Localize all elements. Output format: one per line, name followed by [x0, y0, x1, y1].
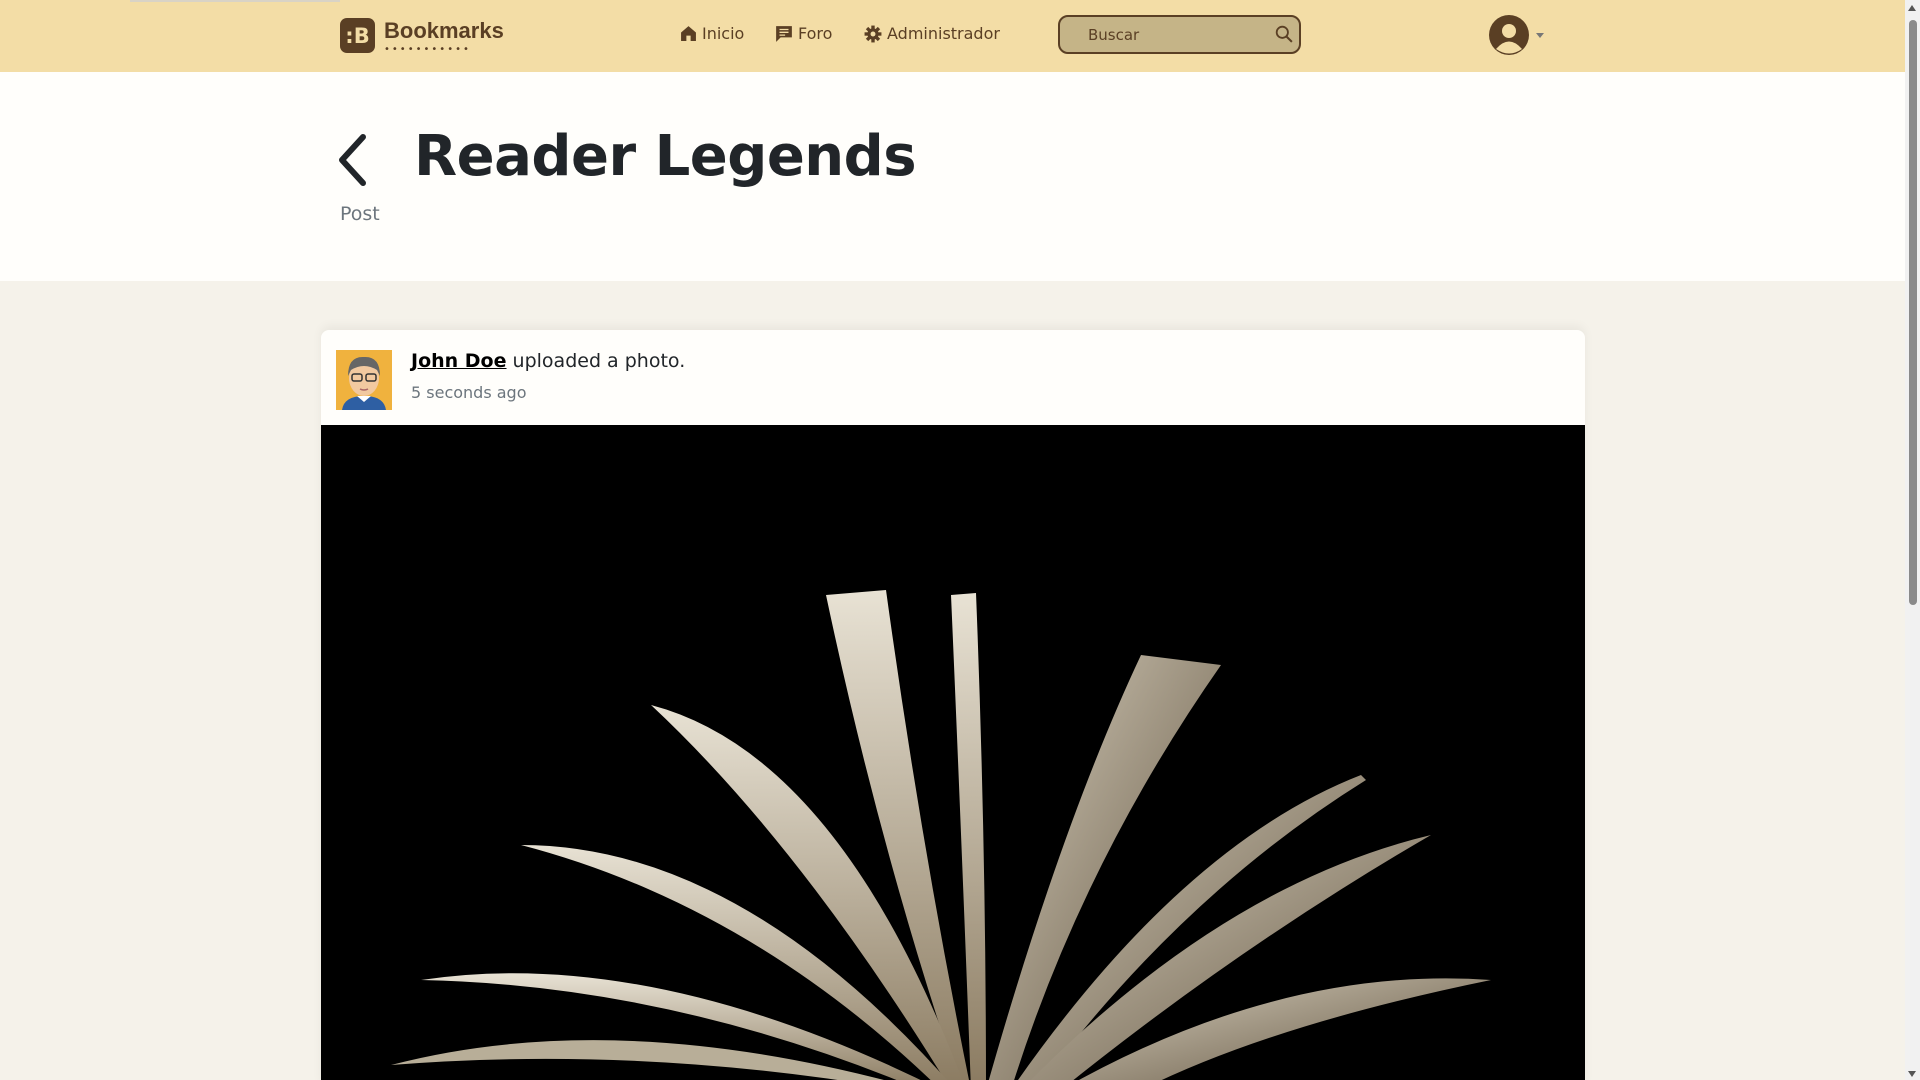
- page-subtitle: Post: [340, 203, 380, 225]
- page-title: Reader Legends: [414, 124, 917, 189]
- nav-label: Administrador: [887, 24, 1000, 43]
- brand-dots: •••••••••••: [384, 44, 471, 55]
- chevron-down-icon: [1536, 32, 1544, 38]
- gear-icon: [864, 25, 882, 42]
- search-input[interactable]: [1088, 26, 1258, 44]
- post-action: uploaded a photo.: [506, 350, 686, 372]
- page-scrollbar[interactable]: [1905, 0, 1920, 1080]
- chat-icon: [776, 25, 792, 42]
- brand-name: Bookmarks: [384, 17, 504, 43]
- scroll-down-icon[interactable]: [1908, 1071, 1916, 1077]
- home-icon: [681, 26, 696, 41]
- post-summary: John Doe uploaded a photo.: [411, 350, 685, 372]
- search-icon[interactable]: [1275, 25, 1293, 43]
- brand-logo[interactable]: :B Bookmarks •••••••••••: [340, 17, 504, 55]
- user-avatar-icon: [1489, 15, 1529, 55]
- scroll-up-icon[interactable]: [1908, 5, 1916, 11]
- bookmark-logo-icon: :B: [340, 18, 375, 53]
- nav-label: Inicio: [702, 24, 745, 43]
- user-menu[interactable]: [1488, 14, 1544, 56]
- loading-bar: [130, 0, 340, 2]
- nav-label: Foro: [798, 24, 833, 43]
- nav-administrador[interactable]: Administrador: [864, 24, 1000, 43]
- nav-inicio[interactable]: Inicio: [680, 24, 744, 43]
- back-chevron-icon[interactable]: [335, 132, 369, 188]
- post-timestamp: 5 seconds ago: [411, 383, 527, 402]
- post-photo-open-book[interactable]: [321, 425, 1585, 1080]
- scrollbar-thumb[interactable]: [1909, 20, 1917, 605]
- author-avatar[interactable]: [336, 350, 392, 410]
- author-link[interactable]: John Doe: [411, 350, 507, 372]
- navbar: :B Bookmarks ••••••••••• Inicio Foro Adm…: [0, 0, 1905, 72]
- nav-foro[interactable]: Foro: [775, 24, 832, 43]
- page-header: Reader Legends Post: [0, 72, 1905, 281]
- search-box: [1058, 15, 1301, 54]
- post-card: John Doe uploaded a photo. 5 seconds ago: [321, 330, 1585, 1080]
